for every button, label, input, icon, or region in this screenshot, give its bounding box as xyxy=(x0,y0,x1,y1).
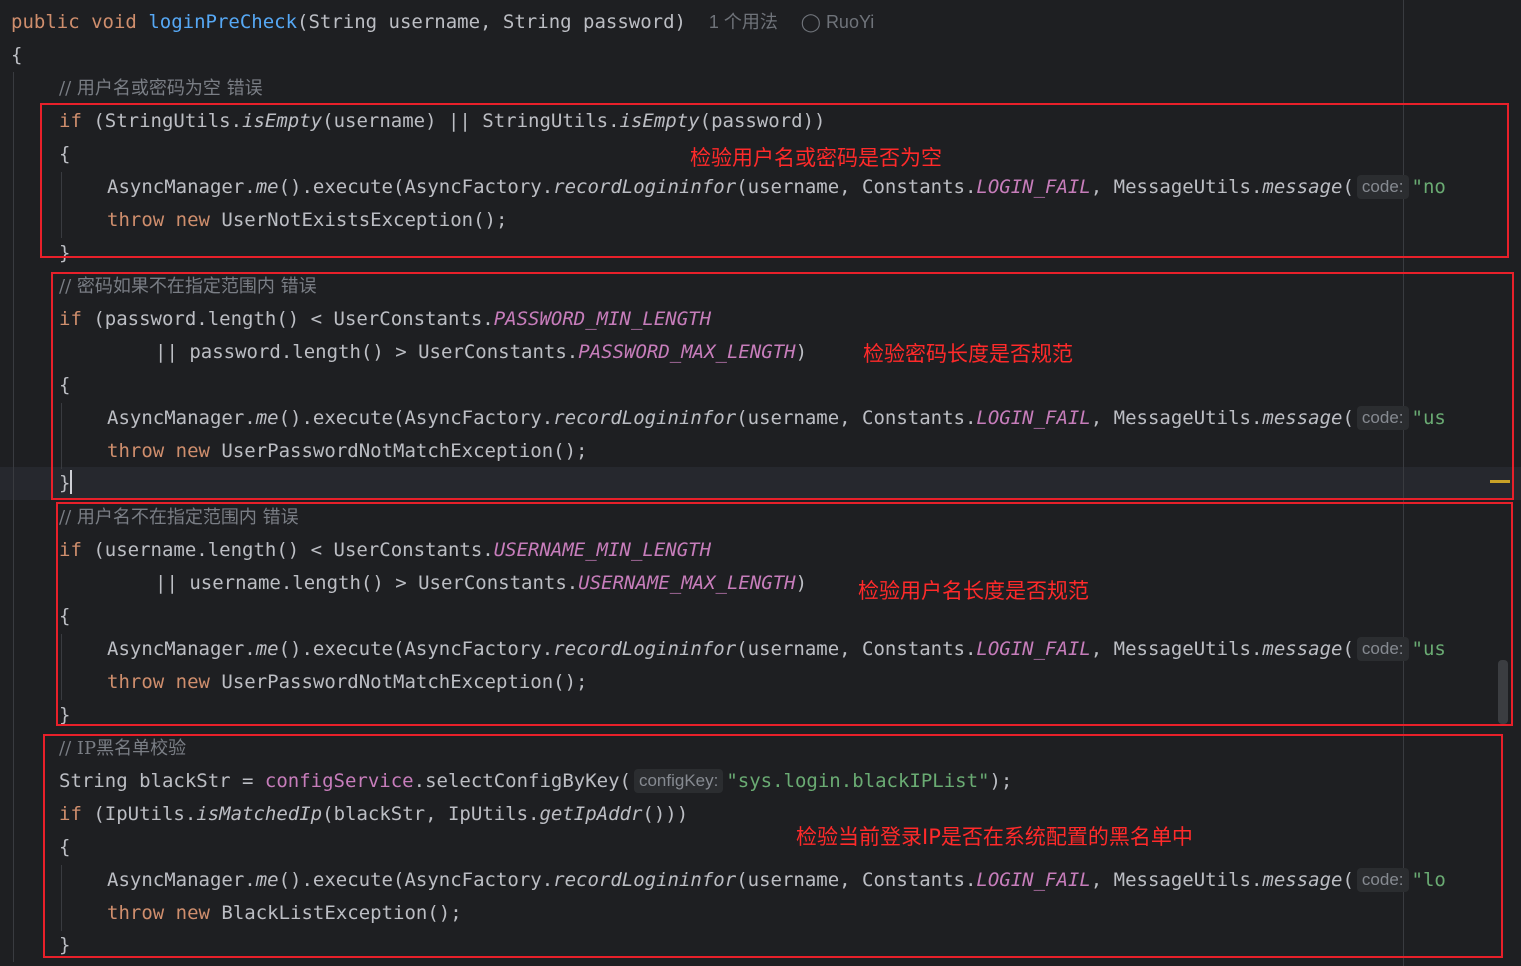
annotation-box xyxy=(51,272,1514,500)
author-info[interactable]: ◯ RuoYi xyxy=(801,12,875,32)
user-icon: ◯ xyxy=(800,12,821,32)
usages-link[interactable]: 1 个用法 xyxy=(709,12,778,32)
author-name: RuoYi xyxy=(825,12,875,32)
method-params: (String username, String password) xyxy=(297,11,686,33)
annotation-box xyxy=(43,734,1503,958)
code-editor[interactable]: public void loginPreCheck(String usernam… xyxy=(0,0,1521,966)
method-name[interactable]: loginPreCheck xyxy=(148,11,297,33)
method-open-brace: { xyxy=(11,44,23,66)
comment-line: // 用户名或密码为空 错误 xyxy=(59,78,263,99)
annotation-box xyxy=(56,502,1513,726)
annotation-box xyxy=(40,103,1509,258)
annotation-note: 检验用户名长度是否规范 xyxy=(858,579,1089,603)
method-signature-line[interactable]: public void loginPreCheck(String usernam… xyxy=(11,6,874,39)
keyword-public: public xyxy=(11,11,80,33)
scrollbar-thumb[interactable] xyxy=(1498,660,1508,724)
keyword-void: void xyxy=(91,11,137,33)
indent-guide xyxy=(13,72,14,962)
annotation-note: 检验当前登录IP是否在系统配置的黑名单中 xyxy=(796,825,1193,849)
annotation-note: 检验密码长度是否规范 xyxy=(863,342,1073,366)
warning-marker[interactable] xyxy=(1490,480,1510,483)
annotation-note: 检验用户名或密码是否为空 xyxy=(690,146,942,170)
